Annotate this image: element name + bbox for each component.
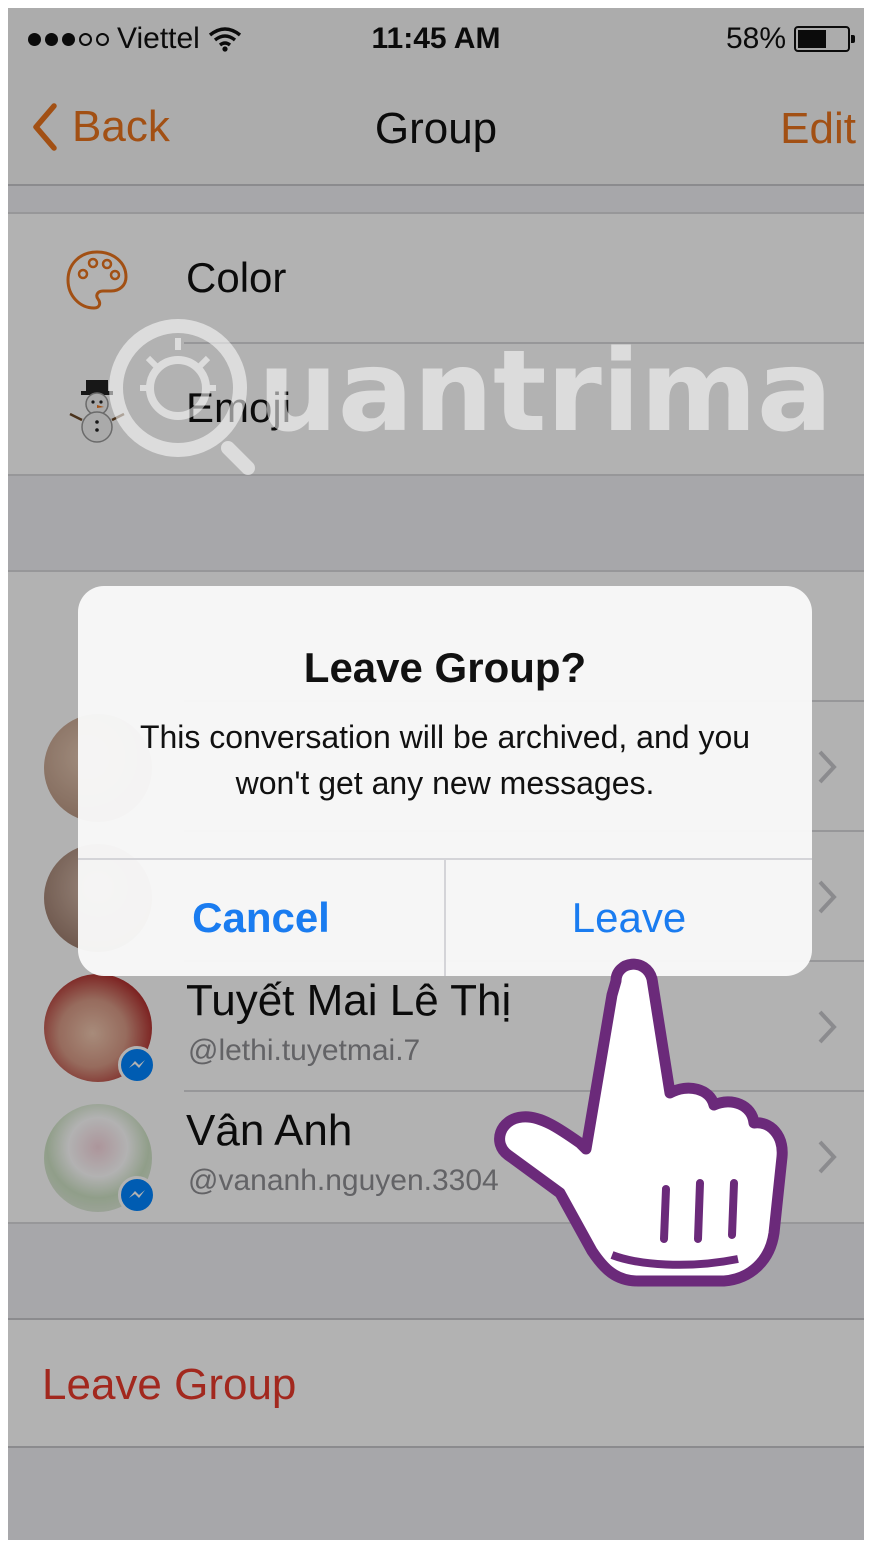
screen: Viettel 11:45 AM 58% Back Group Edit Col… [8, 8, 864, 1540]
watermark-logo: uantrimang [109, 319, 828, 475]
alert-title: Leave Group? [303, 644, 587, 691]
pointing-hand-icon [494, 958, 788, 1287]
watermark-text: uantrimang [258, 327, 828, 457]
cancel-button[interactable]: Cancel [78, 860, 444, 976]
leave-group-alert: Leave Group? This conversation will be a… [78, 586, 812, 976]
alert-message: This conversation will be archived, and … [139, 719, 751, 801]
